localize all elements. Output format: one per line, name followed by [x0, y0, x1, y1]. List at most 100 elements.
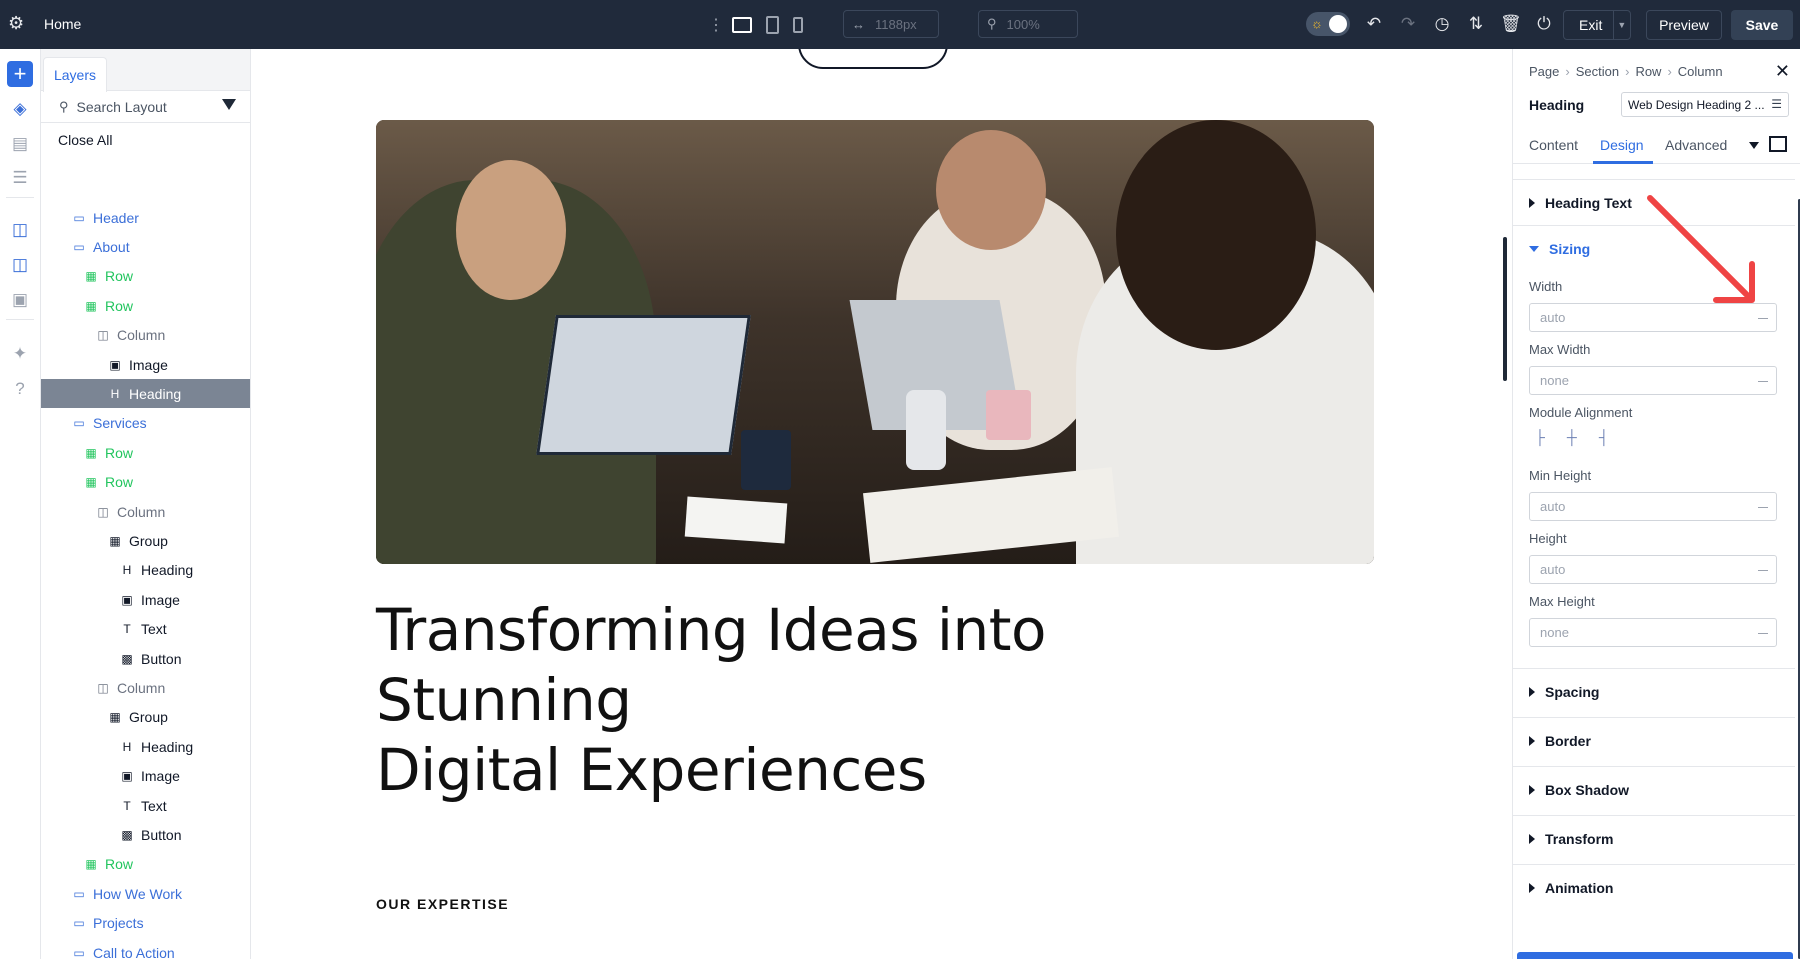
- layer-item[interactable]: ◫Column: [41, 497, 250, 526]
- preset-settings-icon[interactable]: ☰: [1771, 97, 1782, 111]
- row-icon: ▦: [83, 299, 99, 313]
- module-select-icon[interactable]: ◫: [7, 252, 33, 278]
- zoom-input[interactable]: ⚲ 100%: [978, 10, 1078, 38]
- max-height-input[interactable]: none: [1529, 618, 1777, 647]
- group-animation[interactable]: Animation: [1513, 864, 1795, 910]
- tab-layers[interactable]: Layers: [43, 57, 107, 92]
- tools-icon[interactable]: ✦: [7, 341, 33, 367]
- height-input[interactable]: auto: [1529, 555, 1777, 584]
- tab-content[interactable]: Content: [1529, 137, 1578, 153]
- layers-search[interactable]: ⚲ Search Layout: [41, 91, 250, 123]
- layers-icon[interactable]: ◈: [7, 96, 33, 122]
- page-select-icon[interactable]: ◫: [7, 217, 33, 243]
- breadcrumb-column[interactable]: Column: [1678, 64, 1723, 79]
- layer-item[interactable]: HHeading: [41, 379, 250, 408]
- theme-toggle[interactable]: ☼: [1306, 12, 1350, 36]
- breadcrumb-page[interactable]: Page: [1529, 64, 1559, 79]
- preset-select[interactable]: Web Design Heading 2 ... ☰: [1621, 92, 1789, 117]
- preview-button[interactable]: Preview: [1646, 10, 1722, 40]
- filter-icon[interactable]: [222, 99, 236, 110]
- layout-icon[interactable]: ☰: [7, 165, 33, 191]
- breadcrumb-row[interactable]: Row: [1635, 64, 1661, 79]
- save-button[interactable]: Save: [1731, 10, 1793, 40]
- chevron-down-icon[interactable]: [1749, 142, 1759, 149]
- history-icon[interactable]: ◷: [1432, 14, 1452, 34]
- align-left-icon[interactable]: ├: [1535, 429, 1545, 445]
- tab-advanced[interactable]: Advanced: [1665, 137, 1727, 153]
- layer-item[interactable]: ▦Group: [41, 526, 250, 555]
- canvas-scroll-indicator[interactable]: [1503, 237, 1507, 381]
- width-value: auto: [1540, 310, 1565, 325]
- group-spacing[interactable]: Spacing: [1513, 668, 1795, 714]
- close-all-link[interactable]: Close All: [58, 132, 112, 148]
- hero-heading-line2: Digital Experiences: [376, 735, 1276, 805]
- layer-item[interactable]: ▩Button: [41, 644, 250, 673]
- outline-button[interactable]: [798, 49, 948, 69]
- database-icon[interactable]: ▤: [7, 131, 33, 157]
- layer-item[interactable]: HHeading: [41, 732, 250, 761]
- power-icon[interactable]: ⏻: [1534, 14, 1554, 34]
- expertise-label[interactable]: OUR EXPERTISE: [376, 896, 509, 912]
- width-input[interactable]: auto: [1529, 303, 1777, 332]
- gear-icon[interactable]: ⚙: [8, 14, 26, 32]
- layer-item[interactable]: ▩Button: [41, 820, 250, 849]
- group-transform[interactable]: Transform: [1513, 815, 1795, 861]
- add-icon[interactable]: +: [7, 61, 33, 87]
- help-icon[interactable]: ?: [7, 376, 33, 402]
- breadcrumb-section[interactable]: Section: [1576, 64, 1619, 79]
- align-right-icon[interactable]: ┤: [1599, 429, 1609, 445]
- sort-arrows-icon[interactable]: ⇅: [1466, 14, 1486, 34]
- more-vertical-icon[interactable]: ⋮: [708, 15, 718, 35]
- chevron-down-icon[interactable]: ▼: [1613, 11, 1630, 39]
- layer-item[interactable]: ▭Projects: [41, 909, 250, 938]
- photo-laptop: [536, 315, 751, 455]
- hero-heading[interactable]: Transforming Ideas into Stunning Digital…: [376, 595, 1276, 805]
- layer-item[interactable]: ▦Row: [41, 850, 250, 879]
- min-height-input[interactable]: auto: [1529, 492, 1777, 521]
- desktop-view-icon[interactable]: [732, 17, 752, 33]
- max-height-value: none: [1540, 625, 1569, 640]
- tab-design[interactable]: Design: [1600, 137, 1644, 153]
- layer-item[interactable]: ▣Image: [41, 585, 250, 614]
- layer-item[interactable]: ◫Column: [41, 673, 250, 702]
- group-heading-text[interactable]: Heading Text: [1513, 179, 1795, 225]
- layer-item[interactable]: TText: [41, 615, 250, 644]
- undo-icon[interactable]: ↶: [1364, 14, 1384, 34]
- breadcrumb: Page › Section › Row › Column: [1529, 64, 1723, 79]
- layout-view-icon[interactable]: ▣: [7, 287, 33, 313]
- layer-item[interactable]: HHeading: [41, 556, 250, 585]
- canvas-width-input[interactable]: ↔ 1188px: [843, 10, 939, 38]
- layer-item[interactable]: ▣Image: [41, 350, 250, 379]
- layer-item[interactable]: ▣Image: [41, 762, 250, 791]
- group-box-shadow[interactable]: Box Shadow: [1513, 766, 1795, 812]
- redo-icon[interactable]: ↷: [1398, 14, 1418, 34]
- layer-item[interactable]: ▭About: [41, 232, 250, 261]
- caret-right-icon: [1529, 736, 1535, 746]
- trash-icon[interactable]: 🗑: [1500, 14, 1520, 34]
- layer-item[interactable]: TText: [41, 791, 250, 820]
- exit-button[interactable]: Exit ▼: [1563, 10, 1631, 40]
- layer-item[interactable]: ▦Row: [41, 468, 250, 497]
- phone-view-icon[interactable]: [793, 17, 803, 33]
- layer-item-label: Row: [105, 298, 133, 314]
- layer-item[interactable]: ▭Call to Action: [41, 938, 250, 967]
- layer-item[interactable]: ▦Group: [41, 703, 250, 732]
- layer-item-label: Text: [141, 621, 167, 637]
- hero-image[interactable]: [376, 120, 1374, 564]
- layer-item[interactable]: ▭Services: [41, 409, 250, 438]
- layer-item[interactable]: ▦ Row: [41, 291, 250, 320]
- search-input[interactable]: Search Layout: [77, 99, 167, 115]
- layer-item[interactable]: ▦Row: [41, 262, 250, 291]
- align-center-icon[interactable]: ┼: [1567, 429, 1577, 445]
- layer-item[interactable]: ▭Header: [41, 203, 250, 232]
- layer-item[interactable]: ▭How We Work: [41, 879, 250, 908]
- group-border[interactable]: Border: [1513, 717, 1795, 763]
- expand-panel-icon[interactable]: [1769, 136, 1787, 152]
- max-width-input[interactable]: none: [1529, 366, 1777, 395]
- close-icon[interactable]: ✕: [1775, 61, 1790, 82]
- group-sizing[interactable]: Sizing: [1513, 225, 1795, 271]
- layer-item[interactable]: ▦Row: [41, 438, 250, 467]
- layer-item[interactable]: ◫Column: [41, 321, 250, 350]
- canvas: Transforming Ideas into Stunning Digital…: [251, 49, 1512, 959]
- tablet-view-icon[interactable]: [766, 16, 779, 34]
